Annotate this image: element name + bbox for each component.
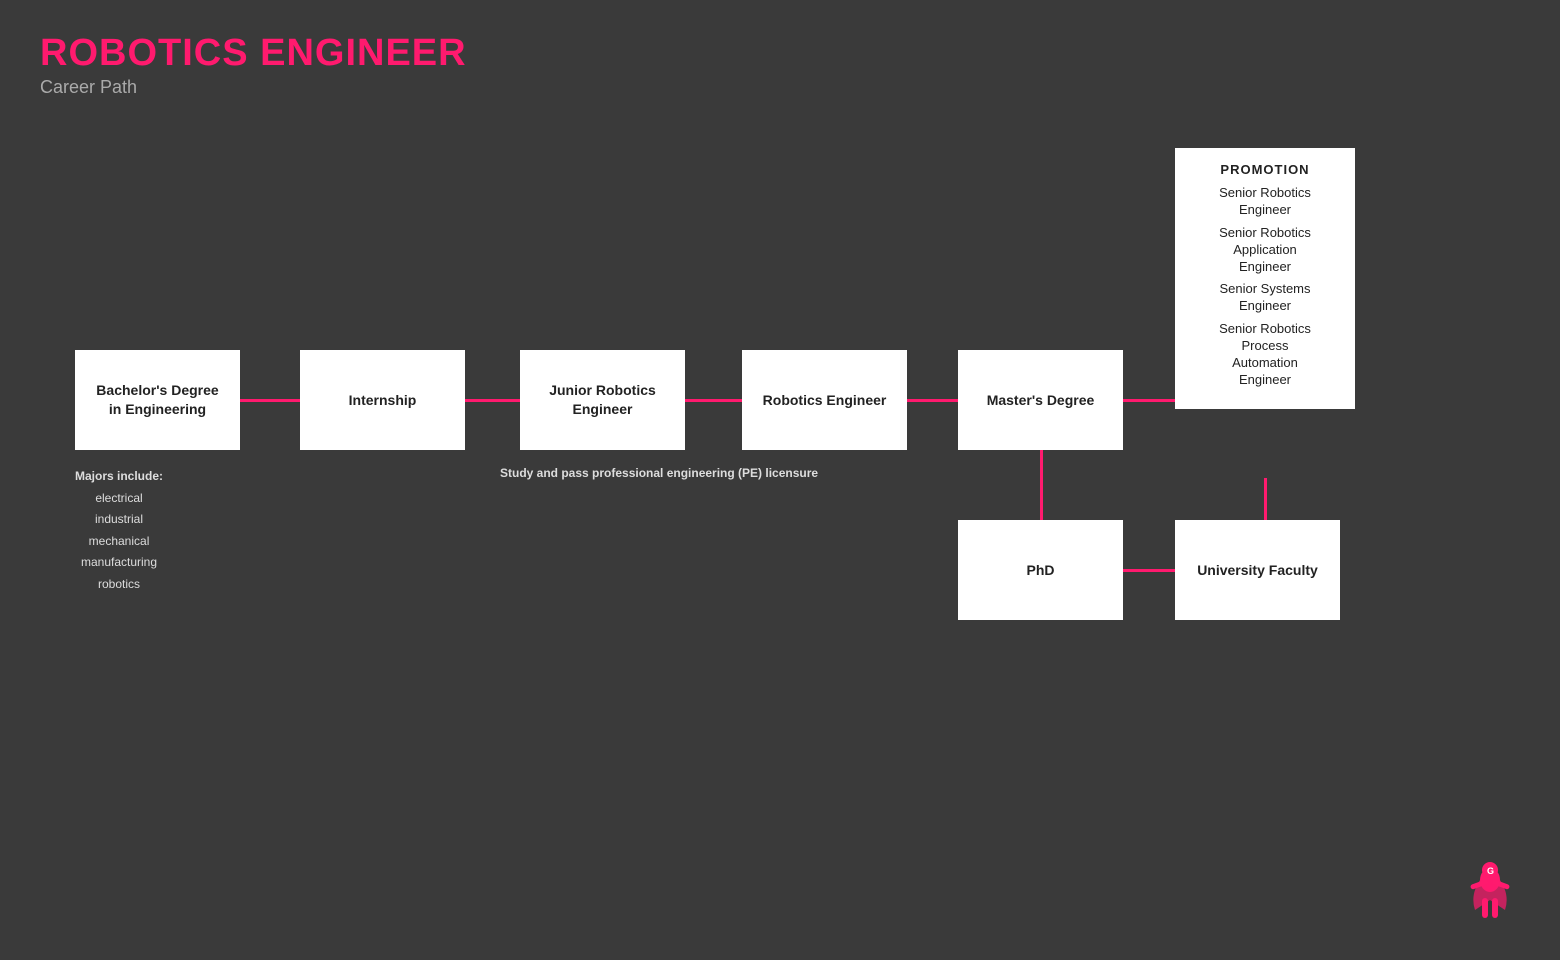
- line-bachelors-internship: [240, 399, 300, 402]
- promotion-item-1: Senior RoboticsEngineer: [1193, 185, 1337, 219]
- bachelors-box: Bachelor's Degreein Engineering: [75, 350, 240, 450]
- phd-box: PhD: [958, 520, 1123, 620]
- robotics-box: Robotics Engineer: [742, 350, 907, 450]
- majors-label: Majors include:: [75, 469, 163, 483]
- promotion-box: PROMOTION Senior RoboticsEngineer Senior…: [1175, 148, 1355, 409]
- promotion-item-2: Senior RoboticsApplicationEngineer: [1193, 225, 1337, 276]
- tick3: [1264, 502, 1267, 510]
- promotion-item-4: Senior RoboticsProcessAutomationEngineer: [1193, 321, 1337, 389]
- tick1: [1264, 478, 1267, 486]
- header: ROBOTICS ENGINEER Career Path: [40, 32, 467, 98]
- major-mechanical: mechanical: [89, 534, 150, 548]
- university-faculty-label: University Faculty: [1197, 561, 1318, 580]
- line-internship-junior: [465, 399, 520, 402]
- line-masters-promotion: [1123, 399, 1175, 402]
- promotion-title: PROMOTION: [1193, 162, 1337, 177]
- junior-box: Junior RoboticsEngineer: [520, 350, 685, 450]
- line-masters-phd: [1040, 450, 1043, 520]
- svg-text:G: G: [1487, 866, 1494, 876]
- major-robotics: robotics: [98, 577, 140, 591]
- junior-label: Junior RoboticsEngineer: [549, 381, 656, 419]
- bachelors-label: Bachelor's Degreein Engineering: [96, 381, 218, 419]
- internship-label: Internship: [349, 391, 417, 410]
- major-industrial: industrial: [95, 512, 143, 526]
- page-subtitle: Career Path: [40, 77, 467, 98]
- masters-label: Master's Degree: [987, 391, 1095, 410]
- university-faculty-box: University Faculty: [1175, 520, 1340, 620]
- page-title: ROBOTICS ENGINEER: [40, 32, 467, 75]
- mascot-icon: G: [1460, 860, 1520, 930]
- major-electrical: electrical: [95, 491, 142, 505]
- masters-box: Master's Degree: [958, 350, 1123, 450]
- line-robotics-masters: [907, 399, 958, 402]
- promotion-item-3: Senior SystemsEngineer: [1193, 281, 1337, 315]
- internship-box: Internship: [300, 350, 465, 450]
- line-junior-robotics: [685, 399, 742, 402]
- line-phd-faculty: [1123, 569, 1175, 572]
- pe-note: Study and pass professional engineering …: [500, 466, 818, 480]
- tick2: [1264, 490, 1267, 498]
- phd-label: PhD: [1027, 561, 1055, 580]
- majors-note: Majors include: electrical industrial me…: [75, 466, 163, 596]
- pe-note-text: Study and pass professional engineering …: [500, 466, 818, 480]
- major-manufacturing: manufacturing: [81, 555, 157, 569]
- robotics-label: Robotics Engineer: [763, 391, 887, 410]
